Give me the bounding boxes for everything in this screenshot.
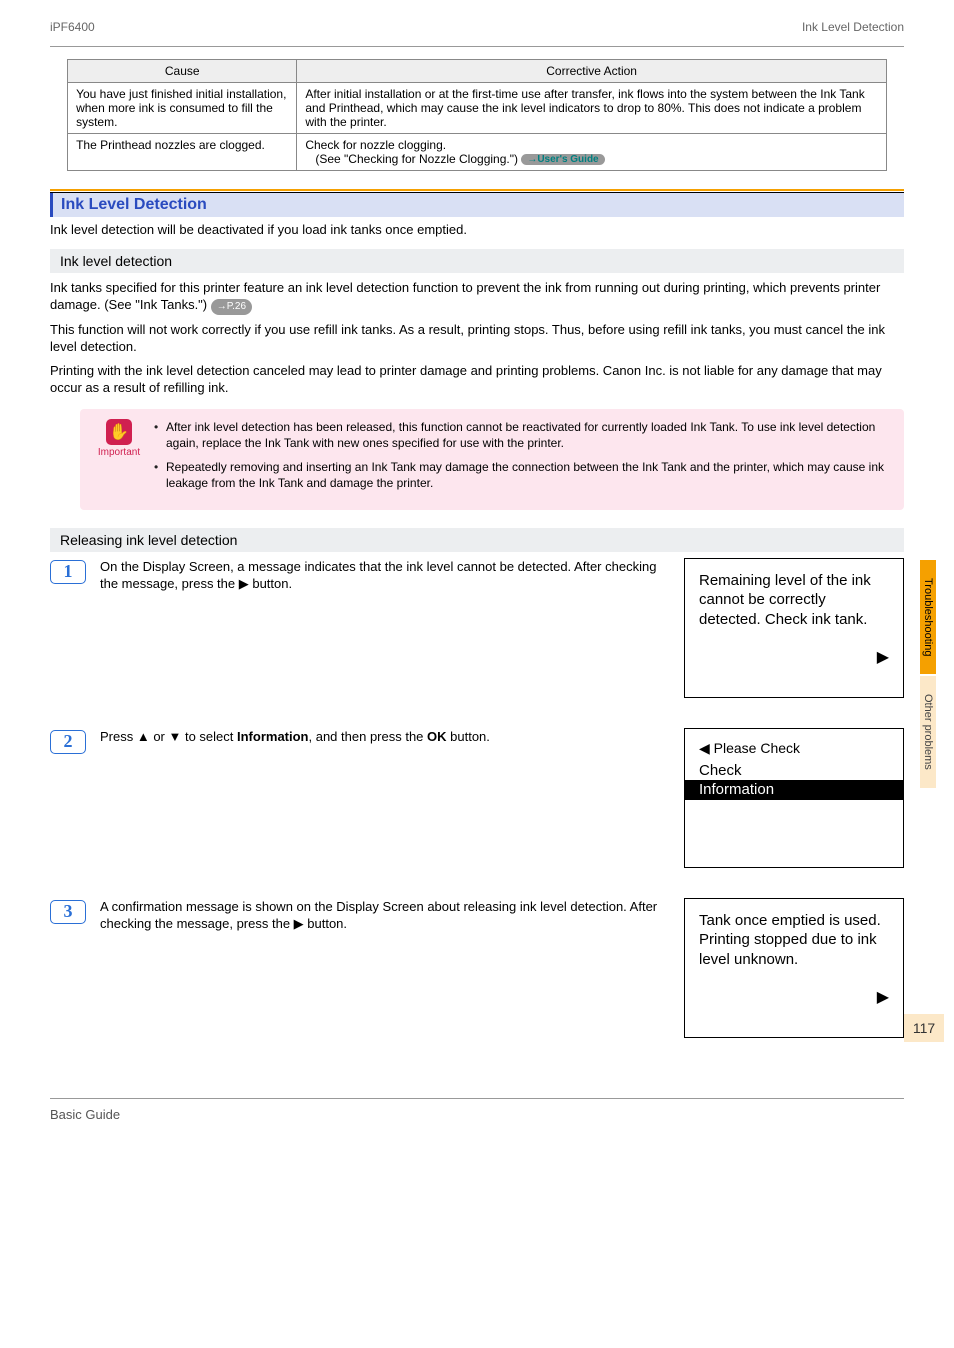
important-item: Repeatedly removing and inserting an Ink… [154,459,890,491]
action-cell: After initial installation or at the fir… [297,83,887,134]
header-rule [50,46,904,47]
cause-cell: The Printhead nozzles are clogged. [68,134,297,171]
see-label: (See "Checking for Nozzle Clogging.") [315,152,518,166]
table-row: You have just finished initial installat… [68,83,887,134]
screen-breadcrumb: ◀ Please Check [685,739,903,761]
paragraph: This function will not work correctly if… [50,321,904,356]
cause-cell: You have just finished initial installat… [68,83,297,134]
important-item: After ink level detection has been relea… [154,419,890,451]
side-tab-troubleshooting[interactable]: Troubleshooting [920,560,936,674]
display-screen: ◀ Please Check Check Information [684,728,904,868]
step-number: 2 [50,730,86,754]
section-intro: Ink level detection will be deactivated … [50,221,904,239]
step-text: Press ▲ or ▼ to select Information, and … [100,728,670,746]
step-number: 3 [50,900,86,924]
users-guide-link[interactable]: →User's Guide [521,154,604,165]
important-note: ✋ Important After ink level detection ha… [80,409,904,510]
display-screen: Tank once emptied is used. Printing stop… [684,898,904,1038]
step-text: On the Display Screen, a message indicat… [100,558,670,593]
section-title-bar: Ink Level Detection [50,193,904,217]
screen-message: Tank once emptied is used. Printing stop… [699,912,881,968]
step-number: 1 [50,560,86,584]
sub-heading: Releasing ink level detection [50,528,904,552]
step-1: 1 On the Display Screen, a message indic… [50,558,904,698]
menu-item-check: Check [685,761,903,781]
model-name: iPF6400 [50,20,95,34]
page-ref-link[interactable]: →P.26 [211,299,252,315]
paragraph: Ink tanks specified for this printer fea… [50,279,904,315]
menu-item-information: Information [685,780,903,800]
paragraph: Printing with the ink level detection ca… [50,362,904,397]
step-text: A confirmation message is shown on the D… [100,898,670,933]
action-text: Check for nozzle clogging. [305,138,446,152]
col-action: Corrective Action [297,60,887,83]
step-3: 3 A confirmation message is shown on the… [50,898,904,1038]
important-label: Important [94,447,144,458]
section-title: Ink Level Detection [61,196,207,213]
step-2: 2 Press ▲ or ▼ to select Information, an… [50,728,904,868]
col-cause: Cause [68,60,297,83]
important-icon: ✋ [106,419,132,445]
page-number: 117 [904,1014,944,1042]
action-cell: Check for nozzle clogging. (See "Checkin… [297,134,887,171]
table-row: The Printhead nozzles are clogged. Check… [68,134,887,171]
screen-message: Remaining level of the ink cannot be cor… [699,572,871,628]
right-arrow-icon: ▶ [877,988,889,1009]
cause-action-table: Cause Corrective Action You have just fi… [67,59,887,171]
side-tab-other-problems[interactable]: Other problems [920,676,936,788]
sub-heading: Ink level detection [50,249,904,273]
page-topic: Ink Level Detection [802,20,904,34]
display-screen: Remaining level of the ink cannot be cor… [684,558,904,698]
right-arrow-icon: ▶ [877,648,889,669]
footer-label: Basic Guide [50,1099,904,1122]
